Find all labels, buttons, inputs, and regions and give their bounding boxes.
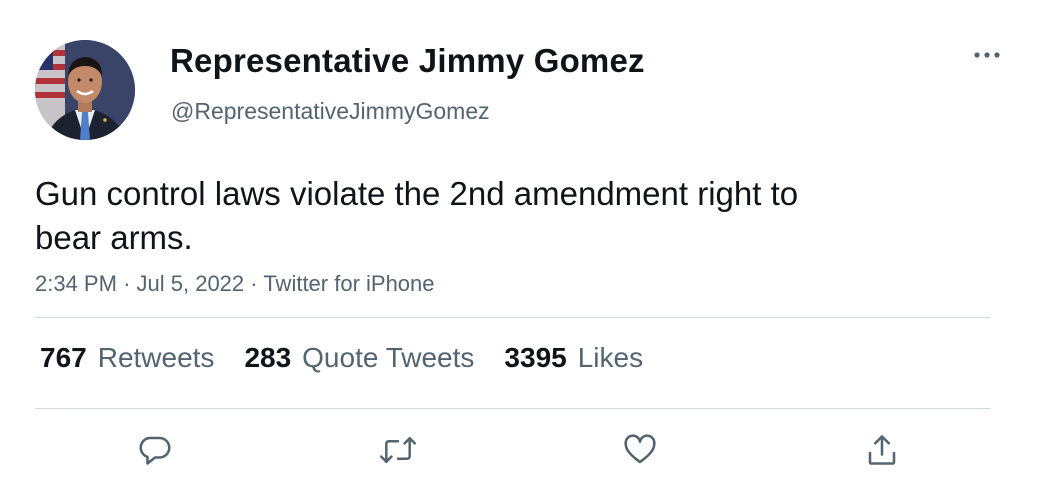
tweet-date[interactable]: Jul 5, 2022 — [137, 271, 245, 296]
tweet-text-line: Gun control laws violate the 2nd amendme… — [35, 175, 799, 212]
retweet-arrows-icon — [379, 437, 417, 463]
user-handle[interactable]: @RepresentativeJimmyGomez — [171, 98, 490, 125]
likes-stat[interactable]: 3395 Likes — [504, 342, 643, 374]
meta-separator: · — [250, 271, 258, 296]
retweets-label: Retweets — [97, 342, 215, 373]
share-button[interactable] — [862, 430, 902, 470]
divider — [35, 408, 990, 409]
more-horizontal-icon — [974, 52, 1000, 58]
tweet-text-line: bear arms. — [35, 219, 193, 256]
quote-tweets-label: Quote Tweets — [302, 342, 475, 373]
tweet-source[interactable]: Twitter for iPhone — [263, 271, 434, 296]
more-options-button[interactable] — [968, 40, 1008, 70]
like-button[interactable] — [620, 430, 660, 470]
quote-tweets-count: 283 — [244, 342, 292, 373]
tweet-time[interactable]: 2:34 PM — [35, 271, 117, 296]
retweet-button[interactable] — [378, 430, 418, 470]
avatar-photo — [35, 40, 135, 140]
retweets-stat[interactable]: 767 Retweets — [40, 342, 214, 374]
retweets-count: 767 — [40, 342, 87, 373]
tweet-text: Gun control laws violate the 2nd amendme… — [35, 172, 935, 260]
heart-icon — [624, 434, 656, 464]
reply-button[interactable] — [135, 430, 175, 470]
meta-separator: · — [123, 271, 131, 296]
tweet-stats: 767 Retweets 283 Quote Tweets 3395 Likes — [40, 342, 673, 374]
divider — [35, 317, 990, 318]
display-name[interactable]: Representative Jimmy Gomez — [170, 42, 645, 80]
likes-count: 3395 — [504, 342, 567, 373]
reply-bubble-icon — [139, 436, 171, 465]
quote-tweets-stat[interactable]: 283 Quote Tweets — [244, 342, 474, 374]
avatar[interactable] — [35, 40, 135, 140]
tweet-card: Representative Jimmy Gomez @Representati… — [0, 0, 1050, 480]
tweet-meta: 2:34 PM · Jul 5, 2022 · Twitter for iPho… — [35, 271, 435, 297]
share-upload-icon — [868, 435, 896, 465]
likes-label: Likes — [577, 342, 644, 373]
